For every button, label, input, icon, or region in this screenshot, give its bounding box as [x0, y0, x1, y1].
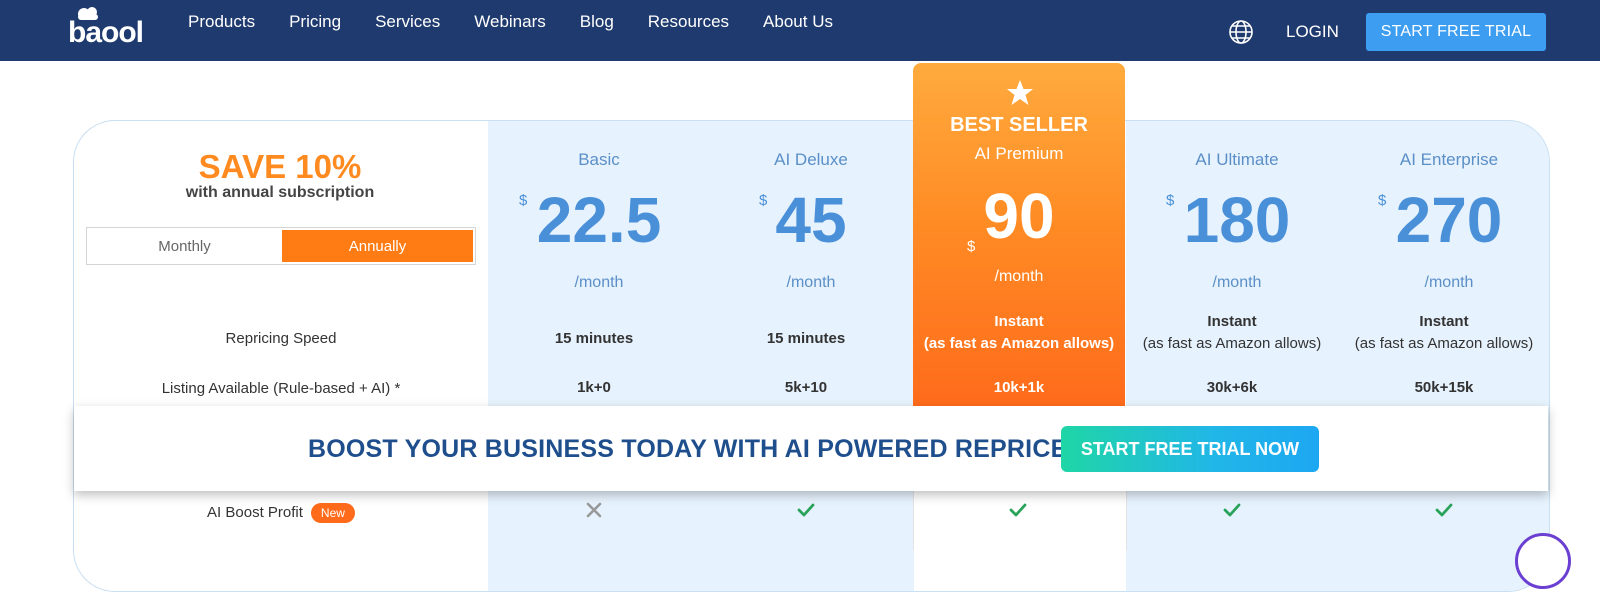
plan-ai-deluxe-speed: 15 minutes: [766, 330, 846, 347]
start-free-trial-button[interactable]: START FREE TRIAL: [1366, 13, 1546, 51]
plan-ai-ultimate-period: /month: [1212, 274, 1262, 291]
billing-monthly-option[interactable]: Monthly: [87, 228, 282, 264]
svg-text:baool: baool: [68, 16, 143, 46]
cross-icon: [586, 502, 602, 518]
plan-ai-deluxe-listings: 5k+10: [784, 379, 828, 396]
save-subtitle: with annual subscription: [185, 184, 375, 201]
billing-toggle: Monthly Annually: [86, 227, 476, 265]
row-label-ai-boost: AI Boost Profit New: [81, 503, 481, 523]
check-icon: [1435, 503, 1453, 517]
plan-ai-deluxe-period: /month: [786, 274, 836, 291]
plan-basic-speed: 15 minutes: [554, 330, 634, 347]
nav-link-webinars[interactable]: Webinars: [474, 12, 546, 32]
nav-link-pricing[interactable]: Pricing: [289, 12, 341, 32]
plan-ai-premium-period: /month: [994, 268, 1044, 285]
plan-ai-deluxe-price: 45: [775, 184, 847, 256]
plan-ai-ultimate-listings: 30k+6k: [1206, 379, 1258, 396]
new-badge: New: [310, 503, 355, 523]
plan-ai-premium-name: AI Premium: [974, 144, 1064, 163]
plan-basic-name: Basic: [578, 150, 620, 169]
save-percentage: SAVE 10%: [198, 148, 362, 185]
ai-boost-label: AI Boost Profit: [207, 503, 303, 521]
check-icon: [1223, 503, 1241, 517]
plan-ai-ultimate-speed-line2: (as fast as Amazon allows): [1142, 335, 1322, 352]
plan-ai-premium-speed-line2: (as fast as Amazon allows): [923, 335, 1115, 352]
row-label-listings: Listing Available (Rule-based + AI) *: [161, 380, 401, 397]
check-icon: [1009, 503, 1027, 517]
plan-ai-enterprise-speed-line2: (as fast as Amazon allows): [1354, 335, 1534, 352]
plan-ai-ultimate-price: 180: [1183, 184, 1291, 256]
login-link[interactable]: LOGIN: [1286, 22, 1339, 42]
premium-column-body: [913, 490, 1127, 550]
nav-link-products[interactable]: Products: [188, 12, 255, 32]
plan-ai-premium-price: 90: [983, 180, 1055, 252]
best-seller-badge: BEST SELLER: [950, 114, 1088, 136]
plan-ai-enterprise-listings: 50k+15k: [1414, 379, 1474, 396]
top-navigation: baool Products Pricing Services Webinars…: [0, 0, 1600, 61]
baool-logo[interactable]: baool: [68, 6, 164, 46]
billing-annually-option[interactable]: Annually: [282, 230, 473, 262]
chat-widget-icon[interactable]: [1515, 533, 1571, 589]
promo-banner-text: BOOST YOUR BUSINESS TODAY WITH AI POWERE…: [308, 435, 1086, 463]
star-icon: [1007, 80, 1033, 105]
plan-ai-ultimate-name: AI Ultimate: [1195, 150, 1279, 169]
plan-ai-premium-listings: 10k+1k: [993, 379, 1045, 396]
nav-links: Products Pricing Services Webinars Blog …: [188, 12, 867, 32]
nav-link-blog[interactable]: Blog: [580, 12, 614, 32]
plan-basic-listings: 1k+0: [577, 379, 611, 396]
plan-ai-enterprise-name: AI Enterprise: [1399, 150, 1499, 169]
check-icon: [797, 503, 815, 517]
nav-link-about-us[interactable]: About Us: [763, 12, 833, 32]
plan-ai-premium-speed-line1: Instant: [994, 313, 1044, 330]
plan-ai-premium-speed: Instant (as fast as Amazon allows): [909, 311, 1129, 355]
plan-basic-price: 22.5: [536, 184, 662, 256]
plan-ai-ultimate-speed-line1: Instant: [1207, 313, 1257, 330]
globe-icon[interactable]: [1228, 19, 1254, 45]
nav-link-resources[interactable]: Resources: [648, 12, 729, 32]
plan-ai-deluxe-name: AI Deluxe: [774, 150, 848, 169]
nav-link-services[interactable]: Services: [375, 12, 440, 32]
plan-ai-enterprise-price: 270: [1395, 184, 1503, 256]
plan-ai-enterprise-speed: Instant (as fast as Amazon allows): [1334, 311, 1554, 355]
plan-ai-enterprise-period: /month: [1424, 274, 1474, 291]
promo-banner: BOOST YOUR BUSINESS TODAY WITH AI POWERE…: [74, 406, 1548, 491]
plan-ai-ultimate-speed: Instant (as fast as Amazon allows): [1122, 311, 1342, 355]
row-label-repricing-speed: Repricing Speed: [225, 330, 337, 347]
start-free-trial-now-button[interactable]: START FREE TRIAL NOW: [1061, 426, 1319, 472]
plan-ai-enterprise-speed-line1: Instant: [1419, 313, 1469, 330]
annual-savings-promo: SAVE 10% with annual subscription: [80, 150, 480, 202]
plan-basic-period: /month: [574, 274, 624, 291]
